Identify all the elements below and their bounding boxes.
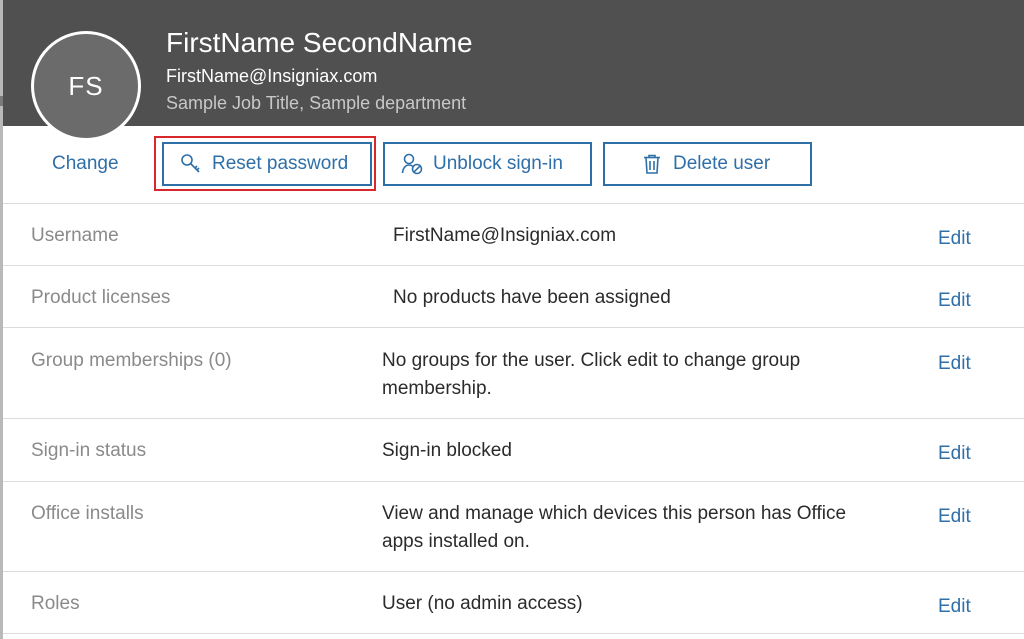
signin-status-label: Sign-in status [31, 440, 147, 461]
user-header: FirstName SecondName FirstName@Insigniax… [3, 0, 1024, 126]
user-display-name: FirstName SecondName [166, 27, 473, 58]
edit-office-installs-link[interactable]: Edit [938, 503, 971, 531]
unblock-signin-label: Unblock sign-in [433, 153, 563, 174]
reset-password-label: Reset password [212, 153, 349, 174]
edit-roles-link[interactable]: Edit [938, 593, 971, 621]
office-installs-label: Office installs [31, 503, 144, 524]
delete-user-button[interactable]: Delete user [603, 142, 812, 186]
edit-product-licenses-link[interactable]: Edit [938, 287, 971, 315]
office-installs-value: View and manage which devices this perso… [382, 503, 847, 552]
row-divider [3, 265, 1024, 266]
edit-signin-status-link[interactable]: Edit [938, 440, 971, 468]
user-email: FirstName@Insigniax.com [166, 66, 378, 86]
change-photo-link[interactable]: Change [52, 152, 119, 176]
reset-password-button[interactable]: Reset password [162, 142, 372, 186]
row-divider [3, 327, 1024, 328]
row-divider [3, 571, 1024, 572]
row-divider [3, 203, 1024, 204]
unblock-signin-button[interactable]: Unblock sign-in [383, 142, 592, 186]
person-unblock-icon [401, 153, 423, 175]
key-search-icon [180, 153, 202, 175]
user-details-panel: FirstName SecondName FirstName@Insigniax… [0, 0, 1024, 639]
delete-user-label: Delete user [673, 153, 771, 174]
product-licenses-value: No products have been assigned [393, 287, 671, 308]
username-value: FirstName@Insigniax.com [393, 225, 617, 246]
product-licenses-label: Product licenses [31, 287, 171, 308]
roles-label: Roles [31, 593, 80, 614]
edit-username-link[interactable]: Edit [938, 225, 971, 253]
group-memberships-label: Group memberships (0) [31, 350, 232, 371]
row-divider [3, 418, 1024, 419]
signin-status-value: Sign-in blocked [382, 440, 512, 461]
avatar: FS [31, 31, 141, 141]
row-divider [3, 481, 1024, 482]
username-label: Username [31, 225, 119, 246]
user-job-title: Sample Job Title, Sample department [166, 93, 467, 113]
edit-group-memberships-link[interactable]: Edit [938, 350, 971, 378]
trash-icon [641, 153, 663, 175]
group-memberships-value: No groups for the user. Click edit to ch… [382, 350, 801, 399]
row-divider [3, 633, 1024, 634]
roles-value: User (no admin access) [382, 593, 583, 614]
